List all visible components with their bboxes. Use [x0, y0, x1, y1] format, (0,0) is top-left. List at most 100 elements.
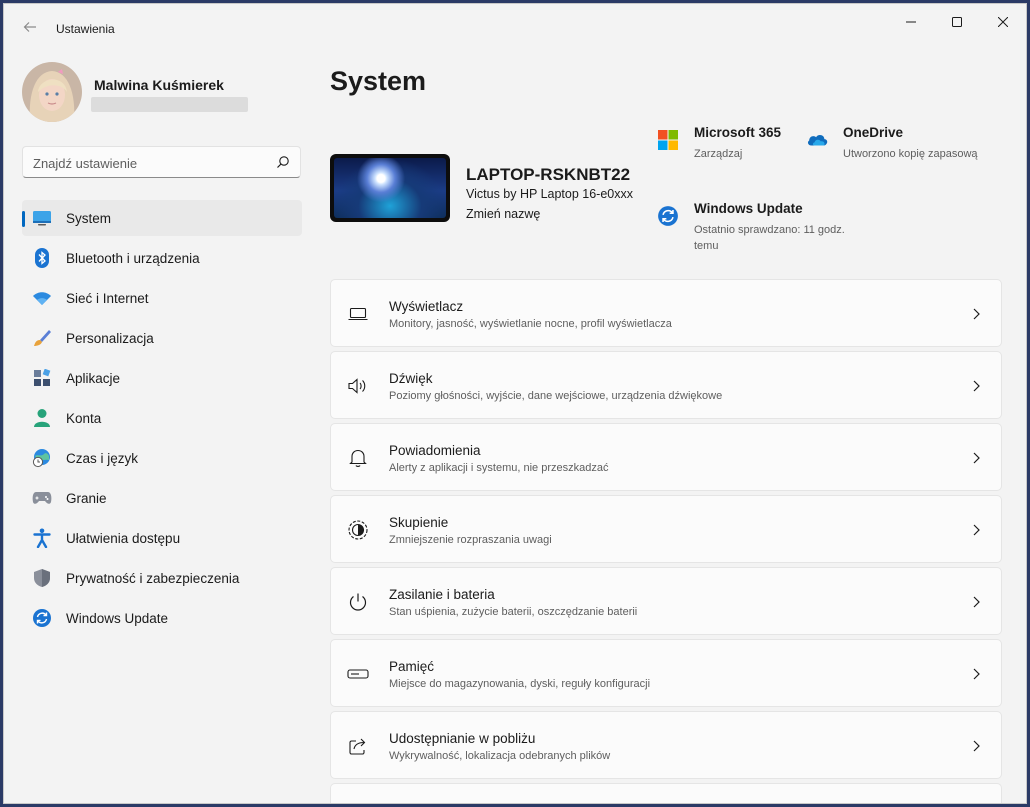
accessibility-icon — [32, 528, 52, 548]
card-display[interactable]: Wyświetlacz Monitory, jasność, wyświetla… — [330, 279, 1002, 347]
microsoft-logo-icon — [657, 129, 679, 151]
search-icon[interactable] — [276, 155, 290, 169]
tile-title: Windows Update — [694, 201, 803, 216]
sidebar-item-apps[interactable]: Aplikacje — [22, 360, 302, 396]
sidebar-item-bluetooth[interactable]: Bluetooth i urządzenia — [22, 240, 302, 276]
power-icon — [347, 591, 369, 613]
maximize-button[interactable] — [934, 4, 980, 40]
chevron-right-icon — [973, 596, 980, 608]
card-nearby-sharing[interactable]: Udostępnianie w pobliżu Wykrywalność, lo… — [330, 711, 1002, 779]
card-focus[interactable]: Skupienie Zmniejszenie rozpraszania uwag… — [330, 495, 1002, 563]
search-input[interactable] — [33, 153, 263, 173]
update-icon — [32, 608, 52, 628]
globe-clock-icon — [32, 448, 52, 468]
card-title: Powiadomienia — [389, 443, 481, 458]
sidebar-item-label: Ułatwienia dostępu — [66, 530, 181, 546]
close-button[interactable] — [980, 4, 1026, 40]
bell-icon — [347, 447, 369, 469]
chevron-right-icon — [973, 740, 980, 752]
app-title: Ustawienia — [56, 22, 115, 36]
sidebar-item-label: Czas i język — [66, 450, 139, 466]
gamepad-icon — [32, 488, 52, 508]
close-icon — [998, 17, 1008, 27]
sidebar-item-privacy[interactable]: Prywatność i zabezpieczenia — [22, 560, 302, 596]
card-partial-next[interactable] — [330, 783, 1002, 803]
tile-title: Microsoft 365 — [694, 125, 782, 140]
card-subtitle: Poziomy głośności, wyjście, dane wejścio… — [389, 390, 723, 402]
minimize-icon — [906, 21, 916, 23]
shield-icon — [32, 568, 52, 588]
brush-icon — [32, 328, 52, 348]
card-subtitle: Zmniejszenie rozpraszania uwagi — [389, 534, 552, 546]
tile-subtitle: Ostatnio sprawdzano: 11 godz. temu — [694, 222, 845, 254]
sidebar-item-label: Bluetooth i urządzenia — [66, 250, 200, 266]
card-notifications[interactable]: Powiadomienia Alerty z aplikacji i syste… — [330, 423, 1002, 491]
card-title: Zasilanie i bateria — [389, 587, 495, 602]
sidebar-item-accounts[interactable]: Konta — [22, 400, 302, 436]
search-box[interactable] — [22, 146, 301, 178]
monitor-icon — [32, 208, 52, 228]
chevron-right-icon — [973, 308, 980, 320]
settings-card-list: Wyświetlacz Monitory, jasność, wyświetla… — [330, 279, 1002, 803]
tile-subtitle: Zarządzaj — [694, 148, 743, 160]
share-icon — [347, 735, 369, 757]
sidebar-item-time-language[interactable]: Czas i język — [22, 440, 302, 476]
card-subtitle: Miejsce do magazynowania, dyski, reguły … — [389, 678, 651, 690]
bluetooth-icon — [32, 248, 52, 268]
card-title: Dźwięk — [389, 371, 433, 386]
avatar[interactable] — [22, 62, 82, 122]
back-button[interactable] — [16, 16, 44, 38]
card-power-battery[interactable]: Zasilanie i bateria Stan uśpienia, zużyc… — [330, 567, 1002, 635]
card-subtitle: Wykrywalność, lokalizacja odebranych pli… — [389, 750, 611, 762]
onedrive-cloud-icon — [806, 129, 828, 151]
settings-window: Ustawienia Malwina Kuśmierek Znajdź usta… — [3, 3, 1027, 804]
display-icon — [347, 303, 369, 325]
minimize-button[interactable] — [888, 4, 934, 40]
card-title: Skupienie — [389, 515, 449, 530]
title-bar: Ustawienia — [4, 4, 1026, 48]
chevron-right-icon — [973, 524, 980, 536]
rename-device-link[interactable]: Zmień nazwę — [466, 207, 540, 221]
device-model: Victus by HP Laptop 16-e0xxx — [466, 187, 633, 201]
device-wallpaper-thumbnail — [330, 154, 450, 222]
sidebar-item-label: Personalizacja — [66, 330, 154, 346]
back-arrow-icon — [23, 22, 36, 32]
person-icon — [32, 408, 52, 428]
chevron-right-icon — [973, 452, 980, 464]
card-title: Udostępnianie w pobliżu — [389, 731, 536, 746]
tile-subtitle: Utworzono kopię zapasową — [843, 148, 978, 160]
wifi-icon — [32, 288, 52, 308]
sidebar-item-system[interactable]: System — [22, 200, 302, 236]
sidebar-item-accessibility[interactable]: Ułatwienia dostępu — [22, 520, 302, 556]
tile-subtitle-line: temu — [694, 240, 719, 252]
update-icon — [657, 205, 679, 227]
sidebar-item-personalization[interactable]: Personalizacja — [22, 320, 302, 356]
card-title: Pamięć — [389, 659, 435, 674]
sidebar-item-label: Konta — [66, 410, 102, 426]
user-photo-icon — [22, 62, 82, 122]
card-sound[interactable]: Dźwięk Poziomy głośności, wyjście, dane … — [330, 351, 1002, 419]
chevron-right-icon — [973, 668, 980, 680]
sidebar-item-windows-update[interactable]: Windows Update — [22, 600, 302, 636]
sidebar-item-gaming[interactable]: Granie — [22, 480, 302, 516]
sidebar-item-label: Aplikacje — [66, 370, 121, 386]
profile-name: Malwina Kuśmierek — [94, 77, 224, 93]
sidebar-nav: System Bluetooth i urządzenia Sieć i Int… — [22, 200, 302, 640]
sidebar-item-label: Windows Update — [66, 610, 169, 626]
chevron-right-icon — [973, 380, 980, 392]
card-storage[interactable]: Pamięć Miejsce do magazynowania, dyski, … — [330, 639, 1002, 707]
speaker-icon — [347, 375, 369, 397]
device-name: LAPTOP-RSKNBT22 — [466, 165, 631, 184]
card-subtitle: Alerty z aplikacji i systemu, nie przesz… — [389, 462, 609, 474]
focus-icon — [347, 519, 369, 541]
sidebar-item-label: Prywatność i zabezpieczenia — [66, 570, 240, 586]
card-title: Wyświetlacz — [389, 299, 464, 314]
storage-icon — [347, 663, 369, 685]
sidebar-item-label: Sieć i Internet — [66, 290, 149, 306]
tile-title: OneDrive — [843, 125, 904, 140]
profile-email-redacted — [91, 97, 248, 112]
card-subtitle: Stan uśpienia, zużycie baterii, oszczędz… — [389, 606, 638, 618]
page-title: System — [330, 66, 427, 96]
card-subtitle: Monitory, jasność, wyświetlanie nocne, p… — [389, 318, 672, 330]
sidebar-item-network[interactable]: Sieć i Internet — [22, 280, 302, 316]
